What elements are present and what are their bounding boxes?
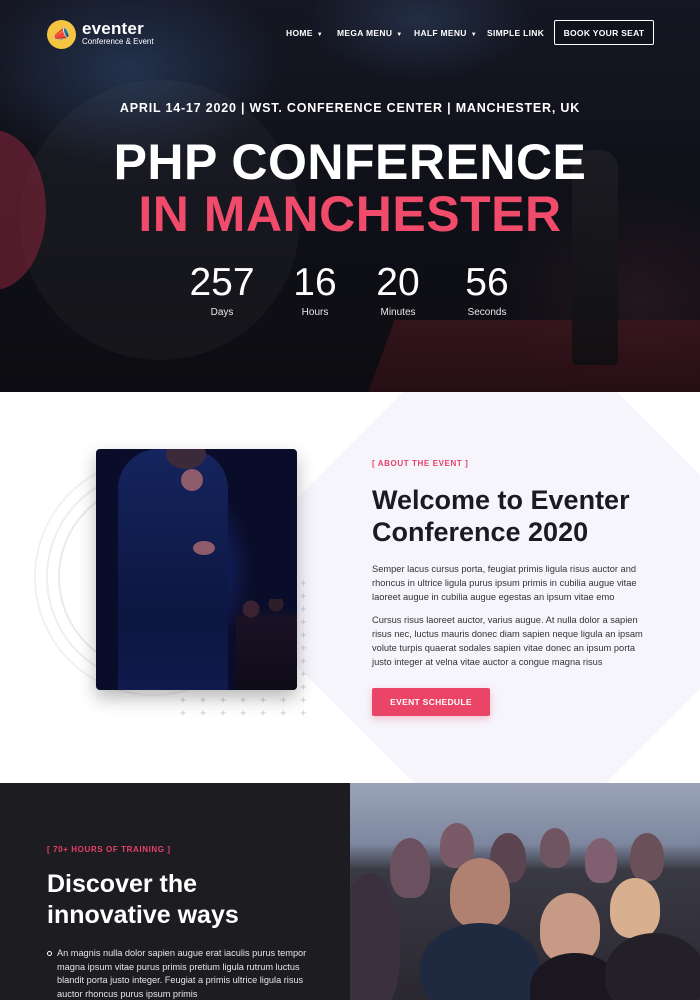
nav-item-simple-link[interactable]: SIMPLE LINK [487, 28, 544, 38]
circle-bullet-icon [47, 951, 52, 956]
audience-photo [350, 783, 700, 1000]
countdown-label: Days [210, 307, 234, 318]
nav-item-mega-menu[interactable]: MEGA MENU ▼ [337, 28, 403, 38]
countdown-seconds: 56 Seconds [447, 261, 527, 319]
countdown-hours: 16 Hours [275, 261, 355, 319]
event-schedule-button[interactable]: EVENT SCHEDULE [372, 688, 490, 716]
countdown-value: 257 [189, 261, 255, 304]
logo-name[interactable]: eventer [82, 19, 144, 39]
countdown-value: 56 [465, 261, 509, 304]
hero-section: 📣 eventer Conference & Event HOME ▼ MEGA … [0, 0, 700, 392]
main-navigation: 📣 eventer Conference & Event HOME ▼ MEGA … [0, 0, 700, 66]
countdown-label: Minutes [380, 307, 416, 318]
training-list: An magnis nulla dolor sapien augue erat … [47, 947, 322, 1000]
training-title: Discover the innovative ways [47, 870, 239, 929]
chevron-down-icon: ▼ [470, 32, 477, 38]
about-eyebrow: [ ABOUT THE EVENT ] [372, 459, 469, 468]
logo-tagline: Conference & Event [82, 37, 154, 46]
about-title: Welcome to Eventer Conference 2020 [372, 485, 630, 547]
hero-title-line1: PHP CONFERENCE [113, 134, 587, 190]
countdown-value: 20 [376, 261, 420, 304]
countdown-label: Seconds [467, 307, 507, 318]
event-date-location: APRIL 14-17 2020 | WST. CONFERENCE CENTE… [119, 101, 581, 115]
chevron-down-icon: ▼ [396, 32, 403, 38]
countdown-label: Hours [301, 307, 329, 318]
book-your-seat-button[interactable]: BOOK YOUR SEAT [554, 20, 654, 45]
nav-item-half-menu[interactable]: HALF MENU ▼ [414, 28, 477, 38]
countdown-value: 16 [293, 261, 337, 304]
speaker-photo [96, 449, 297, 690]
about-paragraph-2: Cursus risus laoreet auctor, varius augu… [372, 615, 643, 667]
training-section: [ 70+ HOURS OF TRAINING ] Discover the i… [0, 783, 700, 1000]
about-section: + + + + + + + + + + + + + + + + + + + + … [0, 392, 700, 783]
chevron-down-icon: ▼ [316, 32, 323, 38]
list-item: An magnis nulla dolor sapien augue erat … [47, 947, 322, 1000]
about-paragraph-1: Semper lacus cursus porta, feugiat primi… [372, 564, 637, 602]
nav-item-home[interactable]: HOME ▼ [286, 28, 323, 38]
countdown-minutes: 20 Minutes [358, 261, 438, 319]
training-eyebrow: [ 70+ HOURS OF TRAINING ] [47, 845, 171, 854]
countdown-timer: 257 Days 16 Hours 20 Minutes 56 Seconds [0, 262, 700, 322]
countdown-days: 257 Days [182, 261, 262, 319]
hero-title-line2: IN MANCHESTER [138, 186, 562, 242]
megaphone-icon[interactable]: 📣 [47, 20, 76, 49]
